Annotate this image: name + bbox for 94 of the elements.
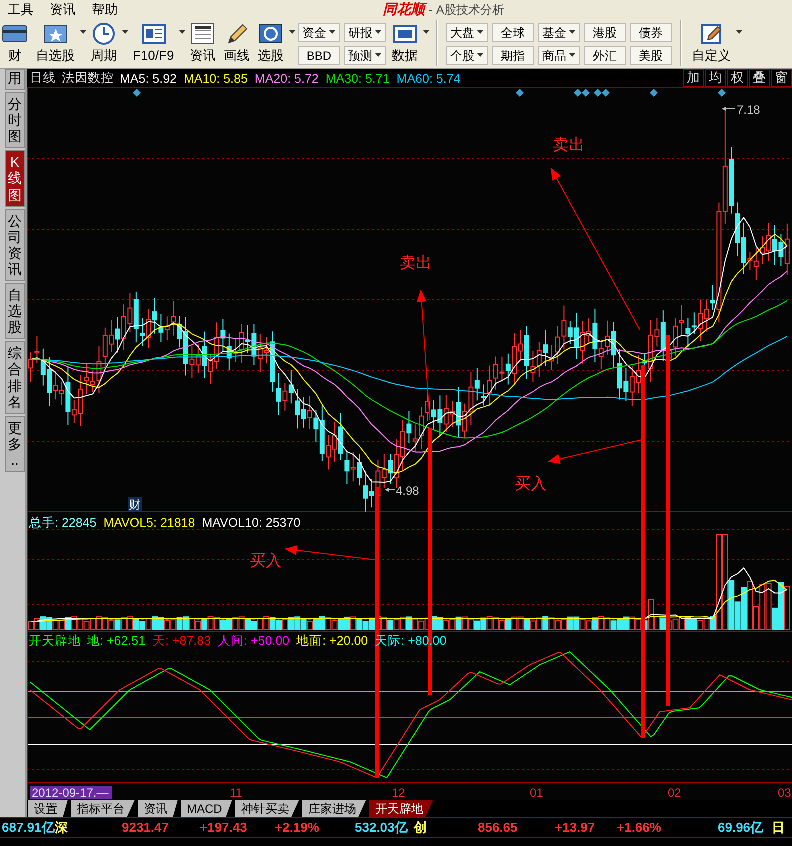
side-tab[interactable]: 更多..	[5, 416, 25, 472]
toolbar-button[interactable]: 资讯	[188, 20, 218, 68]
status-value: +13.97	[555, 819, 596, 837]
status-value: 创	[414, 819, 428, 837]
toolbar-button[interactable]: 自定义	[690, 20, 742, 68]
menu-item[interactable]: 帮助	[84, 0, 126, 19]
app-logo: 同花顺	[383, 1, 425, 17]
toolbar-button[interactable]: 个股	[446, 46, 488, 65]
axis-label: 01	[530, 786, 544, 800]
indicator-tab[interactable]: 神针买卖	[235, 800, 300, 817]
side-tab[interactable]: 公司资讯	[5, 208, 25, 282]
legend-value: 天: +87.83	[152, 634, 212, 648]
toolbar-button[interactable]: 大盘	[446, 23, 488, 42]
status-value: 687.91亿	[2, 819, 55, 837]
ma-value: MA10: 5.85	[184, 72, 248, 86]
legend-value: MAVOL10: 25370	[202, 516, 301, 530]
toolbar-button[interactable]: 选股	[256, 20, 294, 68]
toolbar-button[interactable]: 商品	[538, 46, 580, 65]
stock-name: 法因数控	[62, 70, 114, 87]
annotation-label: 买入	[250, 553, 282, 570]
indicator-name: 开天辟地	[29, 634, 81, 648]
clock-icon	[91, 22, 117, 46]
price-label: 7.18	[737, 103, 760, 117]
status-value: 9231.47	[122, 819, 170, 837]
period-label: 日线	[30, 70, 56, 87]
side-tab[interactable]: 自选股	[5, 283, 25, 340]
leader-line	[385, 488, 396, 492]
price-label: 4.98	[396, 484, 420, 498]
toolbar-button[interactable]: 资金	[298, 23, 340, 42]
ma-value: MA30: 5.71	[326, 72, 390, 86]
indicator-tab[interactable]: 庄家进场	[302, 800, 366, 817]
indicator-tab[interactable]: MACD	[181, 800, 232, 817]
annotation-label: 卖出	[553, 137, 585, 154]
toolbar-button[interactable]: F10/F9	[131, 20, 184, 68]
ma-value: MA20: 5.72	[254, 72, 319, 86]
annotation-label: 买入	[515, 476, 547, 493]
chart-tool-button[interactable]: 权	[727, 69, 748, 87]
event-tag: 财	[128, 497, 142, 512]
toolbar-button[interactable]: 预测	[344, 46, 386, 65]
indicator-tab[interactable]: 资讯	[138, 800, 178, 817]
legend-value: 人间: +50.00	[218, 634, 290, 648]
legend-value: MAVOL5: 21818	[104, 516, 196, 530]
status-value: 69.96亿	[718, 819, 765, 837]
status-value: 856.65	[478, 819, 519, 837]
ma-value: MA5: 5.92	[120, 72, 177, 86]
screen-icon	[258, 22, 284, 46]
toolbar-button[interactable]: 美股	[630, 46, 672, 65]
indicator-tab[interactable]: 指标平台	[71, 800, 135, 817]
toolbar-button[interactable]: 自选股	[34, 20, 85, 68]
chart-screen-icon	[392, 22, 418, 46]
menu-item[interactable]: 资讯	[42, 0, 84, 19]
legend-value: 总手: 22845	[29, 516, 97, 530]
side-tab[interactable]: 综合排名	[5, 341, 25, 414]
side-tab[interactable]: 用	[5, 69, 25, 90]
legend-value: 地: +62.51	[87, 634, 146, 648]
axis-label: 03	[778, 786, 792, 800]
indicator-tab[interactable]: 设置	[28, 800, 68, 817]
toolbar-button[interactable]: 财	[0, 20, 30, 68]
toolbar-button[interactable]: 周期	[89, 20, 127, 68]
toolbar-button[interactable]: 期指	[492, 46, 534, 65]
side-tab[interactable]: K线图	[5, 150, 25, 207]
window-title: - A股技术分析	[429, 3, 504, 17]
menu-item[interactable]: 工具	[0, 0, 42, 19]
leader-line	[722, 107, 736, 111]
axis-label: 02	[668, 786, 682, 800]
status-value: 532.03亿	[355, 819, 409, 837]
toolbar-button[interactable]: 港股	[584, 23, 626, 42]
legend-value: 地面: +20.00	[296, 634, 368, 648]
toolbar-button[interactable]: 债券	[630, 23, 672, 42]
status-value: +197.43	[200, 819, 248, 837]
indicator-tab[interactable]: 开天辟地	[369, 800, 434, 817]
side-tab[interactable]: 分时图	[5, 92, 25, 148]
status-value: +1.66%	[617, 819, 662, 837]
status-value: 深	[55, 819, 69, 837]
axis-label: 12	[392, 786, 406, 800]
chart-tool-button[interactable]: 均	[705, 69, 726, 87]
newspaper-icon	[190, 22, 216, 46]
toolbar-button[interactable]: 基金	[538, 23, 580, 42]
ma-value: MA60: 5.74	[396, 72, 461, 86]
status-value: +2.19%	[275, 819, 320, 837]
toolbar-button[interactable]: 数据	[390, 20, 428, 68]
toolbar-button[interactable]: 画线	[222, 20, 252, 68]
toolbar-button[interactable]: 全球	[492, 23, 534, 42]
toolbar-button[interactable]: 研报	[344, 23, 386, 42]
document-icon	[140, 22, 167, 46]
chart-tool-button[interactable]: 叠	[749, 69, 770, 87]
toolbar-button[interactable]: BBD	[298, 46, 340, 65]
status-value: 日	[772, 819, 786, 837]
chart-tool-button[interactable]: 加	[683, 69, 704, 87]
toolbar-button[interactable]: 外汇	[584, 46, 626, 65]
date-label: 2012-09-17.—	[30, 786, 112, 800]
chart-tool-button[interactable]: 窗	[771, 69, 792, 87]
annotation-label: 卖出	[400, 255, 432, 272]
axis-label: 11	[230, 786, 242, 800]
